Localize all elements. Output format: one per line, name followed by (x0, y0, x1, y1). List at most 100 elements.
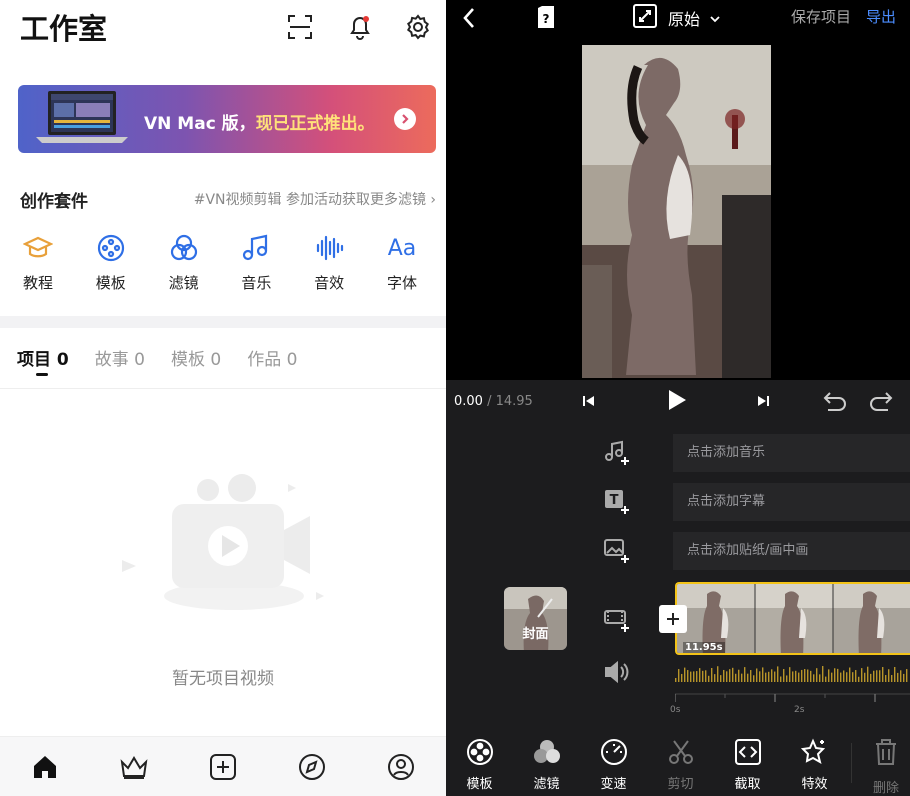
play-icon[interactable] (666, 389, 688, 415)
filter-icon (531, 737, 563, 767)
trim-icon (732, 737, 764, 767)
tab-projects[interactable]: 项目 0 (17, 345, 69, 376)
waveform-bar (783, 669, 785, 682)
waveform-bar (732, 667, 734, 682)
mac-promo-banner[interactable]: VN Mac 版，现已正式推出。 (18, 85, 436, 153)
effects-star-icon (799, 737, 831, 767)
waveform-bar (699, 668, 701, 682)
add-clip-track-icon[interactable] (602, 605, 632, 635)
suite-item-label: 滤镜 (168, 274, 199, 292)
studio-screen: 工作室 VN Mac 版，现已正式推出。 创作套件 #VN视频剪辑 参加活动获取… (0, 0, 446, 796)
waveform-bar (864, 672, 866, 682)
add-music-icon[interactable] (602, 438, 632, 468)
waveform-bar (723, 669, 725, 682)
home-icon[interactable] (29, 751, 61, 783)
suite-item-filter[interactable]: 滤镜 (148, 232, 220, 293)
suite-item-font[interactable]: Aa 字体 (366, 232, 438, 293)
waveform-bar (675, 678, 677, 682)
undo-icon[interactable] (822, 390, 848, 416)
waveform-bar (858, 676, 860, 682)
add-sticker-track[interactable]: 点击添加贴纸/画中画 (673, 532, 910, 570)
waveform-bar (891, 675, 893, 682)
waveform-bar (744, 667, 746, 682)
tool-delete[interactable]: 删除 (862, 737, 910, 796)
tab-templates[interactable]: 模板 0 (171, 345, 221, 370)
chevron-right-icon[interactable] (394, 108, 416, 130)
crown-icon[interactable] (118, 751, 150, 783)
waveform-bar (801, 669, 803, 682)
ratio-selector[interactable]: 原始 (668, 6, 700, 30)
compass-icon[interactable] (296, 751, 328, 783)
waveform-bar (855, 670, 857, 682)
skip-to-start-icon[interactable] (582, 393, 596, 412)
waveform-bar (837, 668, 839, 682)
suite-item-music[interactable]: 音乐 (220, 232, 292, 293)
video-clip[interactable]: 11.95s (675, 582, 910, 655)
tabs-divider (0, 388, 446, 389)
waveform-bar (717, 666, 719, 682)
waveform-bar (867, 666, 869, 682)
add-sticker-icon[interactable] (602, 536, 632, 566)
waveform-bar (771, 669, 773, 682)
video-preview[interactable] (582, 45, 771, 378)
redo-icon[interactable] (868, 390, 894, 416)
add-text-icon[interactable]: T (602, 487, 632, 517)
suite-item-label: 音效 (314, 274, 345, 292)
tool-trim[interactable]: 截取 (714, 737, 781, 796)
suite-item-tutorial[interactable]: 教程 (2, 232, 74, 293)
tool-filter[interactable]: 滤镜 (513, 737, 580, 796)
settings-gear-icon[interactable] (403, 12, 433, 42)
waveform-bar (756, 668, 758, 682)
waveform-bar (741, 673, 743, 682)
scan-icon[interactable] (285, 12, 315, 42)
suite-item-label: 字体 (386, 274, 417, 292)
back-chevron-icon[interactable] (460, 4, 478, 36)
tool-effects[interactable]: 特效 (781, 737, 848, 796)
profile-icon[interactable] (385, 751, 417, 783)
waveform-bar (828, 669, 830, 682)
graduation-cap-icon (22, 232, 54, 264)
waveform-bar (873, 670, 875, 682)
notification-bell-icon[interactable] (345, 12, 375, 42)
tab-stories[interactable]: 故事 0 (95, 345, 145, 370)
waveform-bar (747, 673, 749, 682)
suite-promo-link[interactable]: #VN视频剪辑 参加活动获取更多滤镜 › (194, 189, 436, 209)
suite-item-sound-effect[interactable]: 音效 (293, 232, 365, 293)
waveform-bar (720, 675, 722, 682)
waveform-bar (693, 671, 695, 682)
help-icon[interactable]: ? (536, 4, 556, 34)
waveform-bar (792, 671, 794, 682)
tab-works[interactable]: 作品 0 (247, 345, 297, 370)
waveform-bar (774, 671, 776, 682)
waveform-bar (702, 670, 704, 682)
tool-label: 截取 (734, 777, 761, 792)
tool-cut[interactable]: 剪切 (647, 737, 714, 796)
svg-text:T: T (610, 493, 619, 508)
add-clip-button[interactable] (659, 605, 687, 633)
add-music-track[interactable]: 点击添加音乐 (673, 434, 910, 472)
add-square-icon[interactable] (207, 751, 239, 783)
ruler-label: 0s (670, 705, 681, 715)
suite-item-template[interactable]: 模板 (75, 232, 147, 293)
add-subtitle-track[interactable]: 点击添加字幕 (673, 483, 910, 521)
time-ruler (675, 693, 910, 702)
waveform-bar (765, 672, 767, 682)
export-button[interactable]: 导出 (866, 6, 896, 27)
skip-to-end-icon[interactable] (756, 393, 770, 412)
cover-thumbnail[interactable]: 封面 (504, 587, 567, 650)
waveform-bar (870, 673, 872, 682)
timeline-panel: 0.00 / 14.95 点击添加音乐 T 点击添加字幕 点击添加贴纸/画中画 (446, 380, 910, 796)
suite-title: 创作套件 (20, 192, 88, 212)
ruler-label: 2s (794, 705, 805, 715)
template-reel-icon (464, 737, 496, 767)
waveform-bar (714, 674, 716, 682)
waveform-bar (798, 672, 800, 682)
chevron-down-icon[interactable] (709, 9, 721, 28)
tool-template[interactable]: 模板 (446, 737, 513, 796)
waveform-bar (681, 673, 683, 682)
waveform-bar (735, 673, 737, 682)
tool-speed[interactable]: 变速 (580, 737, 647, 796)
volume-icon[interactable] (602, 657, 632, 687)
aspect-ratio-icon[interactable] (632, 3, 658, 33)
save-project-button[interactable]: 保存项目 (791, 6, 851, 27)
